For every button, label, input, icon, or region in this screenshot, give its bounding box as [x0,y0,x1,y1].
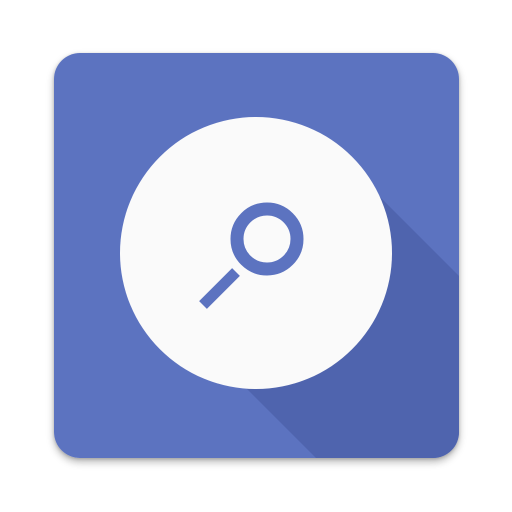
disc-search-icon [54,53,459,458]
disc [120,117,392,389]
launcher-icon-canvas [0,0,512,512]
app-icon-tile[interactable] [54,53,459,458]
